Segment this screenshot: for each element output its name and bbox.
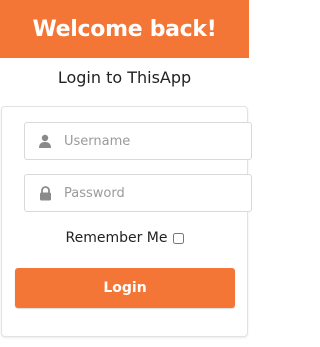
login-button[interactable]: Login	[15, 268, 235, 308]
remember-me-checkbox[interactable]	[172, 232, 184, 244]
user-icon	[37, 133, 53, 149]
lock-icon	[37, 185, 53, 201]
remember-me-row: Remember Me	[0, 230, 249, 246]
username-input[interactable]	[64, 133, 234, 149]
password-input[interactable]	[64, 185, 234, 201]
username-field[interactable]	[24, 122, 252, 160]
header-banner: Welcome back!	[0, 0, 249, 58]
password-field[interactable]	[24, 174, 252, 212]
page-subtitle: Login to ThisApp	[57, 68, 192, 87]
remember-me-label: Remember Me	[65, 230, 168, 246]
header-title: Welcome back!	[32, 16, 217, 42]
